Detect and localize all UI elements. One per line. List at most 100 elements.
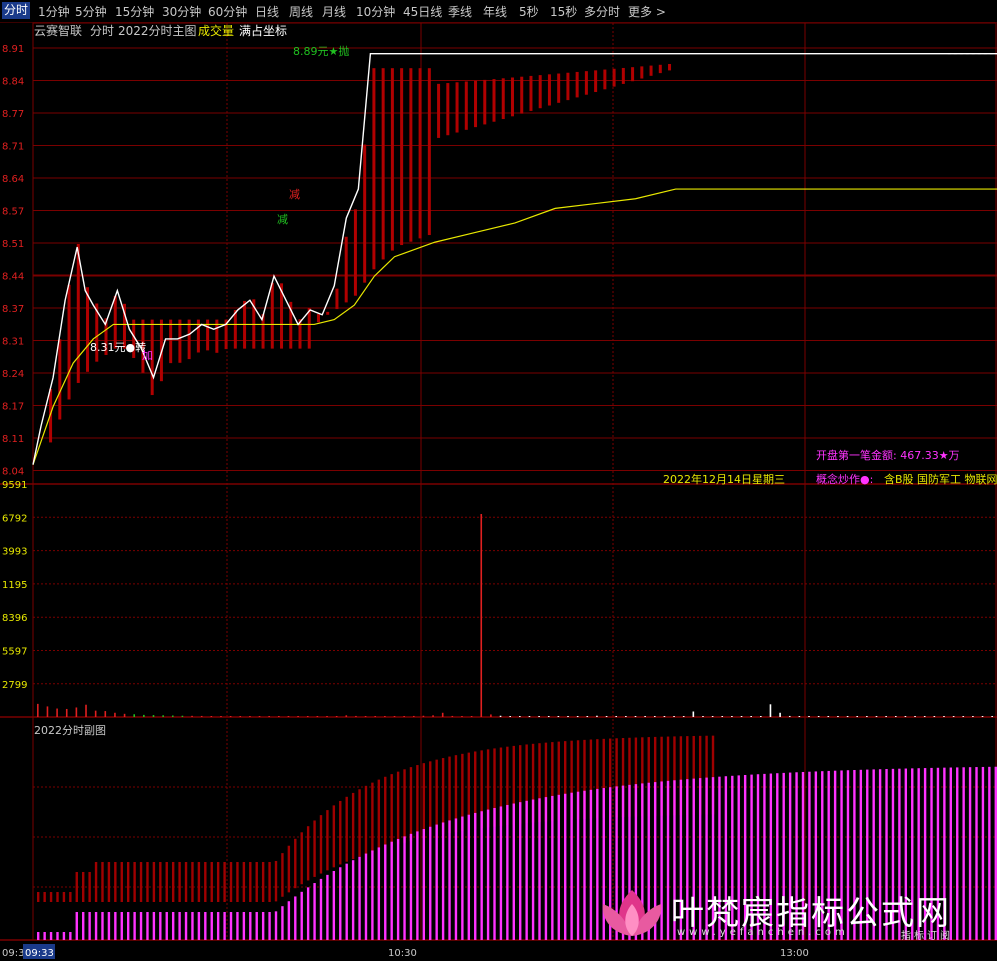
volume-bar bbox=[239, 716, 242, 717]
sub-lower-bar bbox=[377, 847, 381, 940]
sub-lower-bar bbox=[294, 896, 297, 940]
price-band-bar bbox=[612, 68, 616, 87]
tab-14[interactable]: 15秒 bbox=[550, 3, 577, 20]
tab-3[interactable]: 15分钟 bbox=[115, 3, 154, 20]
volume-axis-label: 5597 bbox=[2, 647, 27, 658]
volume-bar bbox=[557, 716, 560, 717]
sub-upper-bar bbox=[371, 782, 374, 853]
volume-axis-label: 2799 bbox=[2, 680, 27, 691]
volume-bar bbox=[933, 716, 936, 717]
price-band-bar bbox=[316, 314, 320, 323]
sub-upper-bar bbox=[351, 792, 355, 860]
volume-bar bbox=[779, 712, 781, 717]
volume-bar bbox=[904, 716, 907, 717]
volume-bar bbox=[335, 716, 338, 717]
tab-2[interactable]: 5分钟 bbox=[75, 3, 107, 20]
sub-upper-bar bbox=[204, 862, 207, 902]
volume-bar bbox=[856, 716, 859, 717]
price-band-bar bbox=[270, 282, 274, 349]
tab-8[interactable]: 月线 bbox=[322, 3, 346, 20]
tab-9[interactable]: 10分钟 bbox=[356, 3, 395, 20]
price-line bbox=[32, 52, 997, 465]
tab-5[interactable]: 60分钟 bbox=[208, 3, 247, 20]
sub-lower-bar bbox=[390, 841, 393, 940]
tab-15[interactable]: 多分时 bbox=[584, 3, 620, 20]
tab-10[interactable]: 45日线 bbox=[403, 3, 442, 20]
sub-lower-bar bbox=[287, 901, 291, 940]
volume-bar bbox=[875, 716, 878, 717]
tab-7[interactable]: 周线 bbox=[289, 3, 313, 20]
price-band-bar bbox=[510, 77, 514, 117]
volume-bar bbox=[422, 715, 425, 717]
sub-upper-bar bbox=[416, 765, 419, 840]
price-band-bar bbox=[575, 71, 579, 98]
sub-upper-bar bbox=[396, 771, 400, 845]
sub-upper-bar bbox=[43, 892, 46, 902]
volume-bar bbox=[923, 716, 926, 717]
sub-upper-bar bbox=[345, 796, 348, 862]
sub-upper-bar bbox=[120, 862, 123, 902]
tab-0[interactable]: 分时 bbox=[2, 2, 31, 19]
sub-upper-bar bbox=[326, 810, 329, 871]
volume-bar bbox=[181, 715, 184, 717]
volume-bar bbox=[972, 716, 974, 717]
concept-values: 含B股 国防军工 物联网 bbox=[884, 472, 997, 486]
sub-lower-bar bbox=[82, 912, 85, 940]
volume-bar bbox=[37, 703, 39, 717]
sub-upper-bar bbox=[139, 862, 143, 902]
sub-upper-bar bbox=[191, 862, 194, 902]
sub-lower-bar bbox=[416, 831, 419, 940]
sub-lower-bar bbox=[531, 799, 535, 940]
volume-bar bbox=[808, 716, 810, 717]
sub-lower-bar bbox=[249, 912, 252, 940]
tab-11[interactable]: 季线 bbox=[448, 3, 472, 20]
tab-16[interactable]: 更多 > bbox=[628, 3, 666, 20]
sub-upper-bar bbox=[390, 774, 393, 847]
sub-lower-bar bbox=[512, 803, 515, 940]
volume-bar bbox=[596, 715, 598, 717]
sub-lower-bar bbox=[184, 912, 188, 940]
tab-6[interactable]: 日线 bbox=[255, 3, 279, 20]
sub-lower-bar bbox=[69, 932, 72, 940]
sub-upper-bar bbox=[210, 862, 213, 902]
sub-upper-bar bbox=[435, 759, 438, 836]
header-volume-label: 成交量 bbox=[198, 23, 234, 38]
tab-4[interactable]: 30分钟 bbox=[162, 3, 201, 20]
sub-lower-bar bbox=[171, 912, 175, 940]
tab-1[interactable]: 1分钟 bbox=[38, 3, 70, 20]
volume-bar bbox=[220, 716, 222, 717]
price-band-bar bbox=[464, 81, 468, 130]
stock-name: 云赛智联 bbox=[34, 23, 82, 38]
sub-upper-bar bbox=[409, 767, 413, 842]
sub-lower-bar bbox=[384, 844, 387, 940]
open-amount-label: 开盘第一笔金额: 467.33★万 bbox=[816, 448, 960, 462]
price-axis-label: 8.77 bbox=[2, 109, 24, 120]
tab-12[interactable]: 年线 bbox=[483, 3, 507, 20]
sub-lower-bar bbox=[197, 912, 201, 940]
volume-bar bbox=[788, 715, 791, 717]
sub-lower-bar bbox=[345, 863, 348, 940]
volume-bar bbox=[866, 716, 868, 717]
watermark-subtitle: 指标订阅 bbox=[901, 931, 953, 942]
price-band-bar bbox=[455, 82, 459, 133]
sub-upper-bar bbox=[126, 862, 130, 902]
sub-upper-bar bbox=[49, 892, 53, 902]
price-band-bar bbox=[631, 67, 635, 82]
sub-lower-bar bbox=[448, 820, 451, 940]
sub-lower-bar bbox=[120, 912, 123, 940]
price-band-bar bbox=[372, 68, 376, 270]
volume-bar bbox=[962, 716, 965, 717]
price-band-bar bbox=[603, 69, 607, 90]
sub-upper-bar bbox=[216, 862, 220, 902]
price-band-bar bbox=[640, 66, 644, 79]
sub-upper-bar bbox=[94, 862, 98, 902]
volume-bar bbox=[846, 716, 849, 717]
volume-bar bbox=[480, 514, 483, 717]
volume-bar bbox=[509, 716, 511, 717]
sub-lower-bar bbox=[364, 853, 368, 940]
volume-bar bbox=[191, 715, 193, 717]
tab-13[interactable]: 5秒 bbox=[519, 3, 539, 20]
volume-bar bbox=[104, 711, 107, 717]
sub-upper-bar bbox=[171, 862, 175, 902]
price-band-bar bbox=[390, 68, 394, 251]
